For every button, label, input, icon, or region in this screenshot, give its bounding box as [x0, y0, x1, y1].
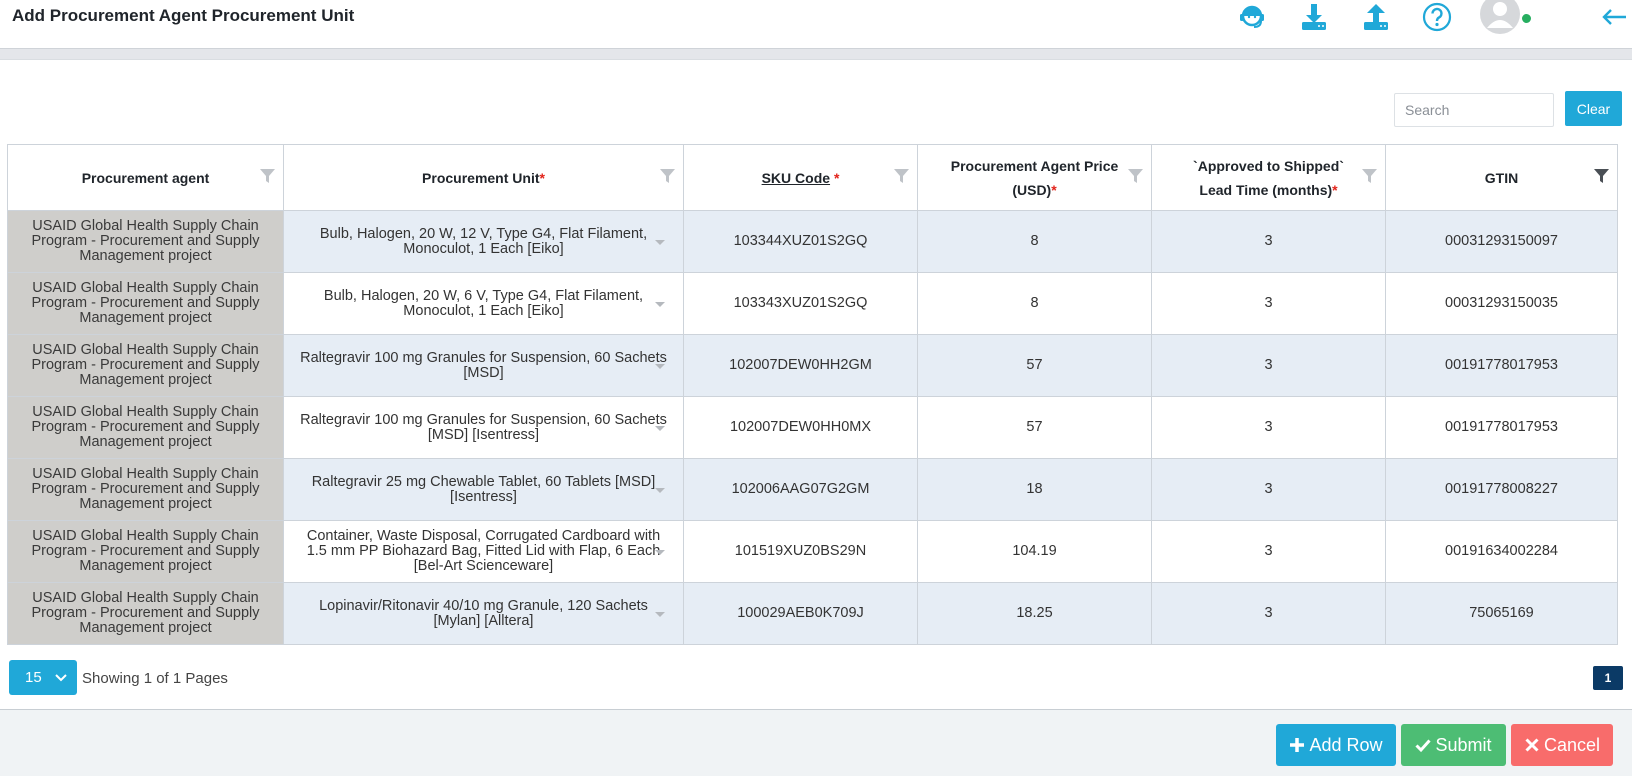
- cell-sku-code[interactable]: 100029AEB0K709J: [683, 582, 918, 645]
- cell-procurement-agent[interactable]: USAID Global Health Supply Chain Program…: [7, 458, 284, 521]
- dropdown-caret-icon[interactable]: [655, 550, 665, 555]
- page-title: Add Procurement Agent Procurement Unit: [12, 6, 355, 25]
- table-row: USAID Global Health Supply Chain Program…: [7, 272, 1618, 335]
- chevron-down-icon: [55, 674, 67, 682]
- cell-gtin[interactable]: 00191778017953: [1385, 334, 1618, 397]
- cell-procurement-unit[interactable]: Raltegravir 25 mg Chewable Tablet, 60 Ta…: [283, 458, 684, 521]
- cell-lead-time[interactable]: 3: [1151, 520, 1386, 583]
- cell-sku-code[interactable]: 102006AAG07G2GM: [683, 458, 918, 521]
- table-header-row: Procurement agent Procurement Unit* SKU …: [7, 144, 1618, 211]
- submit-button[interactable]: Submit: [1401, 724, 1506, 766]
- logout-icon[interactable]: [1600, 0, 1632, 34]
- cell-procurement-unit[interactable]: Raltegravir 100 mg Granules for Suspensi…: [283, 396, 684, 459]
- table-row: USAID Global Health Supply Chain Program…: [7, 334, 1618, 397]
- cell-procurement-unit[interactable]: Bulb, Halogen, 20 W, 12 V, Type G4, Flat…: [283, 210, 684, 273]
- cell-price[interactable]: 8: [917, 210, 1152, 273]
- support-agent-icon[interactable]: [1232, 0, 1272, 34]
- cell-price[interactable]: 104.19: [917, 520, 1152, 583]
- cell-price[interactable]: 57: [917, 396, 1152, 459]
- column-header-procurement-unit[interactable]: Procurement Unit*: [283, 144, 684, 211]
- search-input[interactable]: [1394, 93, 1554, 127]
- column-header-sku-code[interactable]: SKU Code *: [683, 144, 918, 211]
- cell-lead-time[interactable]: 3: [1151, 582, 1386, 645]
- column-header-price[interactable]: Procurement Agent Price (USD)*: [917, 144, 1152, 211]
- clear-button[interactable]: Clear: [1565, 91, 1622, 126]
- cell-procurement-agent[interactable]: USAID Global Health Supply Chain Program…: [7, 520, 284, 583]
- cancel-button[interactable]: Cancel: [1511, 724, 1613, 766]
- user-avatar-icon[interactable]: [1480, 0, 1533, 34]
- cell-sku-code[interactable]: 103344XUZ01S2GQ: [683, 210, 918, 273]
- cell-procurement-unit[interactable]: Raltegravir 100 mg Granules for Suspensi…: [283, 334, 684, 397]
- cell-procurement-agent[interactable]: USAID Global Health Supply Chain Program…: [7, 272, 284, 335]
- close-icon: [1525, 738, 1539, 752]
- filter-icon[interactable]: [660, 169, 675, 183]
- cell-price[interactable]: 18.25: [917, 582, 1152, 645]
- add-row-button[interactable]: Add Row: [1276, 724, 1396, 766]
- table-row: USAID Global Health Supply Chain Program…: [7, 458, 1618, 521]
- procurement-unit-grid: Procurement agent Procurement Unit* SKU …: [7, 144, 1618, 645]
- cell-price[interactable]: 8: [917, 272, 1152, 335]
- cell-procurement-agent[interactable]: USAID Global Health Supply Chain Program…: [7, 396, 284, 459]
- dropdown-caret-icon[interactable]: [655, 240, 665, 245]
- dropdown-caret-icon[interactable]: [655, 612, 665, 617]
- dropdown-caret-icon[interactable]: [655, 364, 665, 369]
- cell-gtin[interactable]: 75065169: [1385, 582, 1618, 645]
- page-size-value: 15: [25, 669, 42, 686]
- cell-price[interactable]: 18: [917, 458, 1152, 521]
- cell-gtin[interactable]: 00031293150097: [1385, 210, 1618, 273]
- cell-sku-code[interactable]: 102007DEW0HH2GM: [683, 334, 918, 397]
- required-marker: *: [833, 169, 840, 186]
- dropdown-caret-icon[interactable]: [655, 426, 665, 431]
- filter-icon[interactable]: [1128, 169, 1143, 183]
- page-size-select[interactable]: 15: [9, 660, 77, 695]
- column-header-procurement-agent[interactable]: Procurement agent: [7, 144, 284, 211]
- download-icon[interactable]: [1294, 0, 1334, 34]
- online-status-dot: [1520, 12, 1533, 25]
- plus-icon: [1290, 738, 1305, 752]
- cell-procurement-agent[interactable]: USAID Global Health Supply Chain Program…: [7, 210, 284, 273]
- cell-lead-time[interactable]: 3: [1151, 458, 1386, 521]
- cell-lead-time[interactable]: 3: [1151, 210, 1386, 273]
- check-icon: [1415, 739, 1432, 753]
- cell-gtin[interactable]: 00191778017953: [1385, 396, 1618, 459]
- column-header-lead-time[interactable]: `Approved to Shipped` Lead Time (months)…: [1151, 144, 1386, 211]
- cell-sku-code[interactable]: 101519XUZ0BS29N: [683, 520, 918, 583]
- filter-icon[interactable]: [260, 169, 275, 183]
- help-icon[interactable]: [1417, 0, 1457, 34]
- upload-icon[interactable]: [1356, 0, 1396, 34]
- cell-procurement-unit[interactable]: Lopinavir/Ritonavir 40/10 mg Granule, 12…: [283, 582, 684, 645]
- page-button-1[interactable]: 1: [1593, 666, 1623, 690]
- cell-lead-time[interactable]: 3: [1151, 272, 1386, 335]
- cell-price[interactable]: 57: [917, 334, 1152, 397]
- table-row: USAID Global Health Supply Chain Program…: [7, 520, 1618, 583]
- pagination-status: Showing 1 of 1 Pages: [82, 670, 228, 687]
- form-footer: Add Row Submit Cancel: [0, 709, 1632, 776]
- filter-icon[interactable]: [1362, 169, 1377, 183]
- cell-procurement-unit[interactable]: Container, Waste Disposal, Corrugated Ca…: [283, 520, 684, 583]
- required-marker: *: [1332, 181, 1338, 198]
- cell-lead-time[interactable]: 3: [1151, 396, 1386, 459]
- table-row: USAID Global Health Supply Chain Program…: [7, 582, 1618, 645]
- app-header: Add Procurement Agent Procurement Unit: [0, 0, 1632, 48]
- dropdown-caret-icon[interactable]: [655, 302, 665, 307]
- column-header-gtin[interactable]: GTIN: [1385, 144, 1618, 211]
- cell-gtin[interactable]: 00191778008227: [1385, 458, 1618, 521]
- required-marker: *: [539, 169, 545, 186]
- cell-gtin[interactable]: 00191634002284: [1385, 520, 1618, 583]
- cell-procurement-unit[interactable]: Bulb, Halogen, 20 W, 6 V, Type G4, Flat …: [283, 272, 684, 335]
- cell-sku-code[interactable]: 103343XUZ01S2GQ: [683, 272, 918, 335]
- table-row: USAID Global Health Supply Chain Program…: [7, 396, 1618, 459]
- filter-icon[interactable]: [1594, 169, 1609, 183]
- table-row: USAID Global Health Supply Chain Program…: [7, 210, 1618, 273]
- dropdown-caret-icon[interactable]: [655, 488, 665, 493]
- cell-lead-time[interactable]: 3: [1151, 334, 1386, 397]
- filter-icon[interactable]: [894, 169, 909, 183]
- cell-sku-code[interactable]: 102007DEW0HH0MX: [683, 396, 918, 459]
- cell-procurement-agent[interactable]: USAID Global Health Supply Chain Program…: [7, 334, 284, 397]
- cell-gtin[interactable]: 00031293150035: [1385, 272, 1618, 335]
- cell-procurement-agent[interactable]: USAID Global Health Supply Chain Program…: [7, 582, 284, 645]
- header-divider: [0, 48, 1632, 60]
- required-marker: *: [1051, 181, 1057, 198]
